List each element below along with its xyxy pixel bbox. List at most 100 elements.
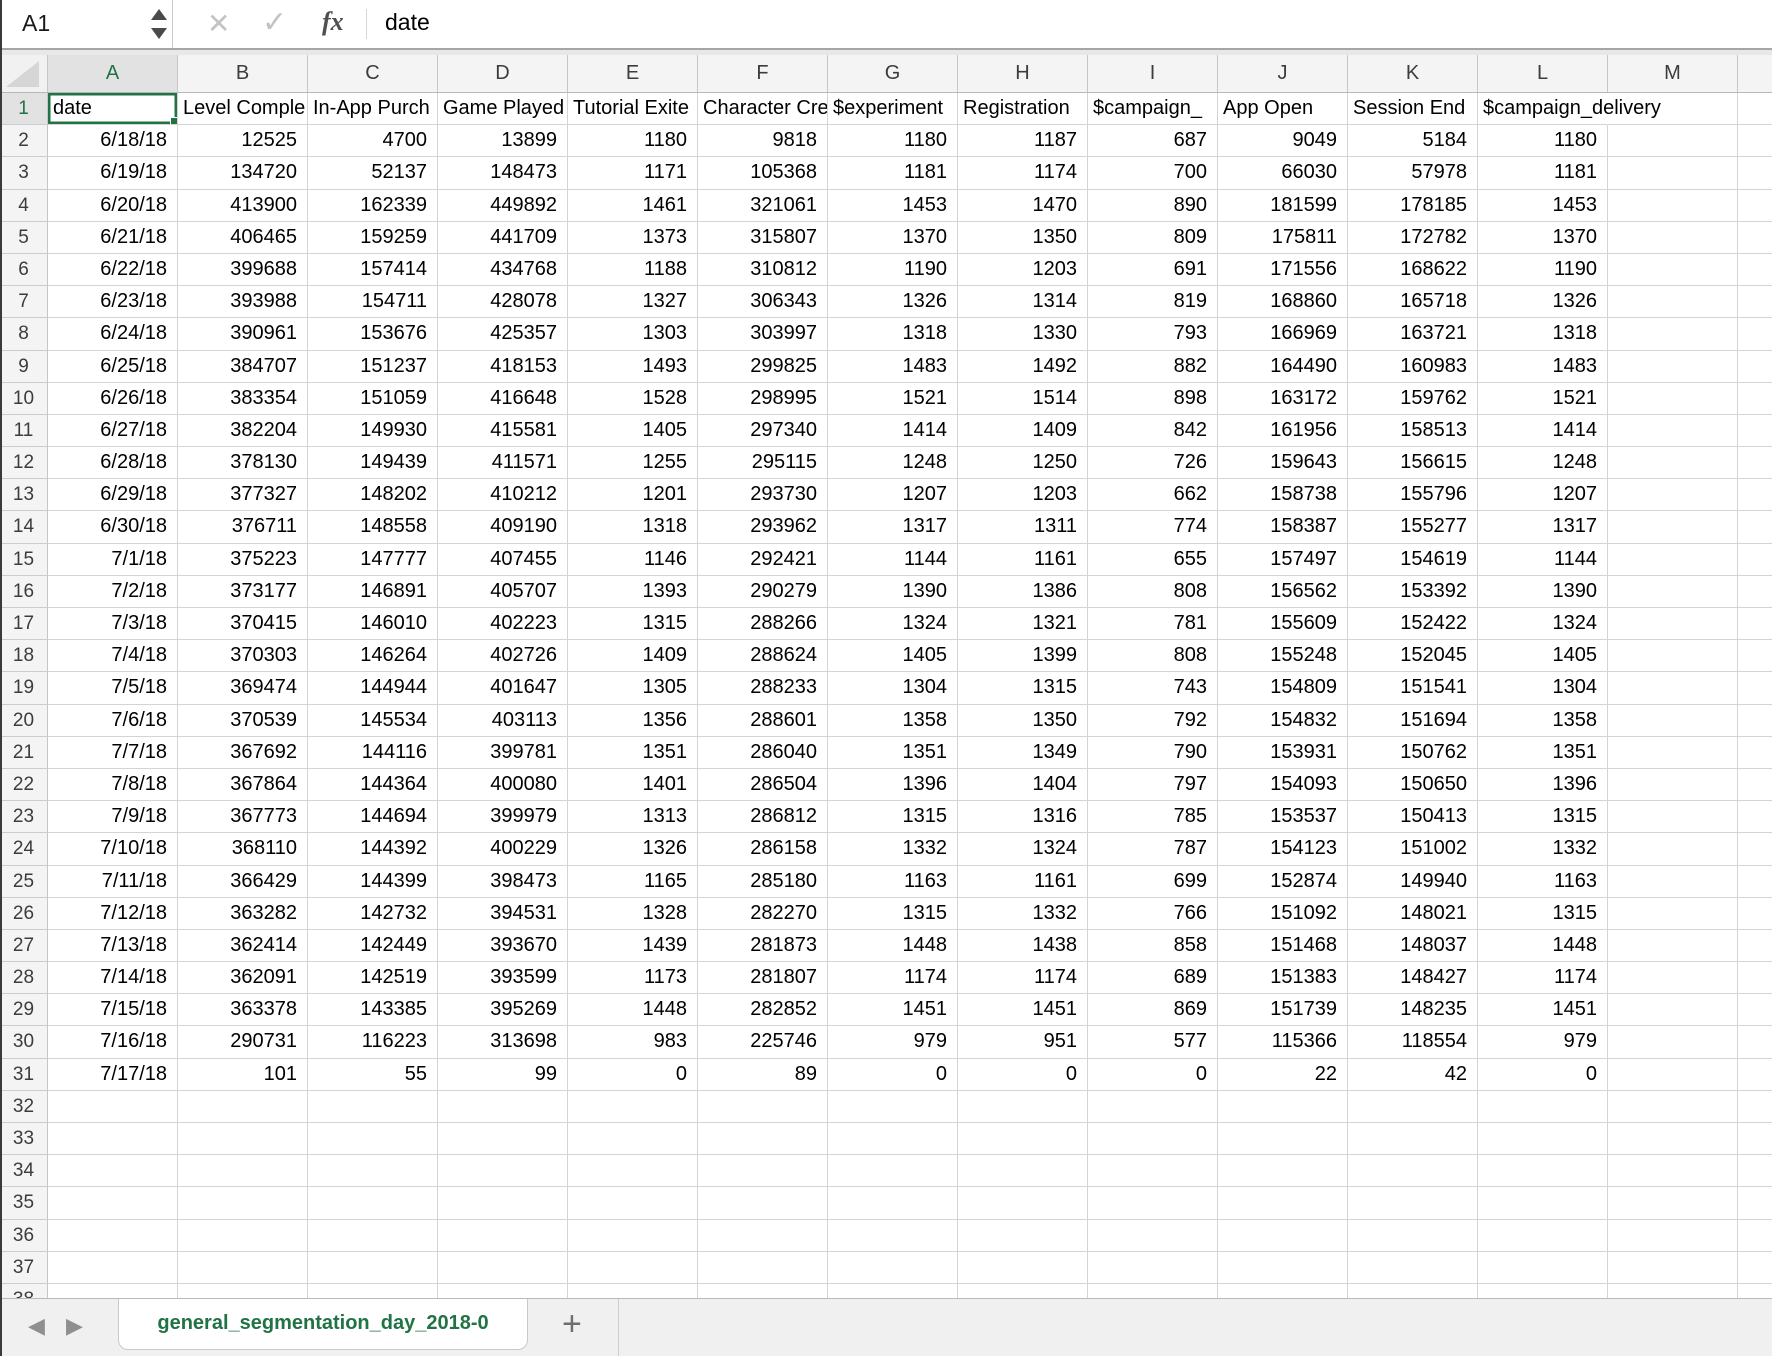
cell[interactable] — [1738, 1091, 1772, 1123]
row-header-19[interactable]: 19 — [0, 672, 48, 704]
cell[interactable]: 384707 — [178, 351, 308, 383]
cell[interactable] — [1738, 801, 1772, 833]
cell[interactable]: 9049 — [1218, 125, 1348, 157]
cell[interactable]: 153392 — [1348, 576, 1478, 608]
cell[interactable]: 151002 — [1348, 833, 1478, 865]
cell[interactable]: 1203 — [958, 254, 1088, 286]
cell[interactable] — [1608, 608, 1738, 640]
cell[interactable] — [1608, 544, 1738, 576]
cell[interactable] — [1088, 1252, 1218, 1284]
cell[interactable] — [1738, 898, 1772, 930]
cell[interactable]: 288601 — [698, 705, 828, 737]
cell[interactable]: 1314 — [958, 286, 1088, 318]
cell[interactable]: 321061 — [698, 190, 828, 222]
cell[interactable] — [1478, 1252, 1608, 1284]
cell[interactable] — [1738, 1123, 1772, 1155]
cell[interactable] — [1348, 1155, 1478, 1187]
cell[interactable]: 144392 — [308, 833, 438, 865]
cell[interactable] — [568, 1284, 698, 1298]
cell[interactable] — [1738, 222, 1772, 254]
cell[interactable] — [1738, 576, 1772, 608]
cell[interactable]: 399688 — [178, 254, 308, 286]
cell[interactable]: 691 — [1088, 254, 1218, 286]
row-header-32[interactable]: 32 — [0, 1091, 48, 1123]
cell[interactable]: 781 — [1088, 608, 1218, 640]
cell[interactable]: 1315 — [1478, 898, 1608, 930]
row-header-16[interactable]: 16 — [0, 576, 48, 608]
cell[interactable]: 1396 — [1478, 769, 1608, 801]
cell[interactable]: 13899 — [438, 125, 568, 157]
cell[interactable]: 1349 — [958, 737, 1088, 769]
row-header-33[interactable]: 33 — [0, 1123, 48, 1155]
cell[interactable]: 161956 — [1218, 415, 1348, 447]
cell[interactable] — [1218, 1284, 1348, 1298]
cell[interactable]: 147777 — [308, 544, 438, 576]
cell[interactable]: 1315 — [1478, 801, 1608, 833]
cell[interactable]: 148235 — [1348, 994, 1478, 1026]
cell[interactable]: 398473 — [438, 866, 568, 898]
cell[interactable]: 401647 — [438, 672, 568, 704]
row-header-15[interactable]: 15 — [0, 544, 48, 576]
cell[interactable] — [958, 1123, 1088, 1155]
cell[interactable]: 393599 — [438, 962, 568, 994]
cell[interactable] — [438, 1091, 568, 1123]
cell[interactable]: 151739 — [1218, 994, 1348, 1026]
cell[interactable]: 7/17/18 — [48, 1059, 178, 1091]
cell[interactable] — [438, 1220, 568, 1252]
cell[interactable] — [178, 1284, 308, 1298]
cell[interactable]: 286504 — [698, 769, 828, 801]
cell[interactable]: 1313 — [568, 801, 698, 833]
cell[interactable]: 7/2/18 — [48, 576, 178, 608]
cell[interactable] — [828, 1220, 958, 1252]
cell[interactable] — [178, 1220, 308, 1252]
column-header-E[interactable]: E — [568, 55, 698, 92]
cell[interactable] — [1738, 1284, 1772, 1298]
row-header-14[interactable]: 14 — [0, 511, 48, 543]
cell[interactable] — [1738, 769, 1772, 801]
cell[interactable]: 1174 — [958, 962, 1088, 994]
cell[interactable]: 363378 — [178, 994, 308, 1026]
cell[interactable] — [1218, 1123, 1348, 1155]
cell[interactable] — [1348, 1284, 1478, 1298]
cell[interactable] — [1218, 1252, 1348, 1284]
cell[interactable] — [1608, 1123, 1738, 1155]
cell[interactable]: 293962 — [698, 511, 828, 543]
row-header-18[interactable]: 18 — [0, 640, 48, 672]
cell[interactable]: 1399 — [958, 640, 1088, 672]
cell[interactable]: 373177 — [178, 576, 308, 608]
cell[interactable]: 6/30/18 — [48, 511, 178, 543]
cell[interactable] — [1738, 994, 1772, 1026]
cell[interactable]: 577 — [1088, 1026, 1218, 1058]
cell[interactable] — [1738, 447, 1772, 479]
confirm-icon[interactable]: ✓ — [262, 6, 287, 40]
cell[interactable]: 1483 — [1478, 351, 1608, 383]
cell[interactable] — [568, 1252, 698, 1284]
cell[interactable] — [1088, 1123, 1218, 1155]
cell[interactable]: 787 — [1088, 833, 1218, 865]
cancel-icon[interactable]: ✕ — [207, 8, 230, 40]
cell[interactable]: 1326 — [1478, 286, 1608, 318]
cell[interactable]: 1163 — [828, 866, 958, 898]
cell[interactable]: 1405 — [568, 415, 698, 447]
cell[interactable]: 1180 — [568, 125, 698, 157]
select-all-corner[interactable] — [0, 55, 48, 92]
row-header-5[interactable]: 5 — [0, 222, 48, 254]
cell[interactable] — [1608, 672, 1738, 704]
cell[interactable]: 1161 — [958, 544, 1088, 576]
cell[interactable] — [1738, 1220, 1772, 1252]
cell[interactable]: 890 — [1088, 190, 1218, 222]
cell[interactable]: 4700 — [308, 125, 438, 157]
cell[interactable] — [1738, 415, 1772, 447]
cell[interactable] — [958, 1155, 1088, 1187]
cell[interactable]: 152045 — [1348, 640, 1478, 672]
cell[interactable]: 418153 — [438, 351, 568, 383]
cell[interactable]: 882 — [1088, 351, 1218, 383]
cell[interactable]: 6/18/18 — [48, 125, 178, 157]
cell[interactable]: 393670 — [438, 930, 568, 962]
cell[interactable] — [1218, 1187, 1348, 1219]
cell[interactable]: 293730 — [698, 479, 828, 511]
cell[interactable]: 1332 — [828, 833, 958, 865]
cell[interactable] — [1478, 1284, 1608, 1298]
cell[interactable]: 1332 — [958, 898, 1088, 930]
cell[interactable] — [1738, 190, 1772, 222]
